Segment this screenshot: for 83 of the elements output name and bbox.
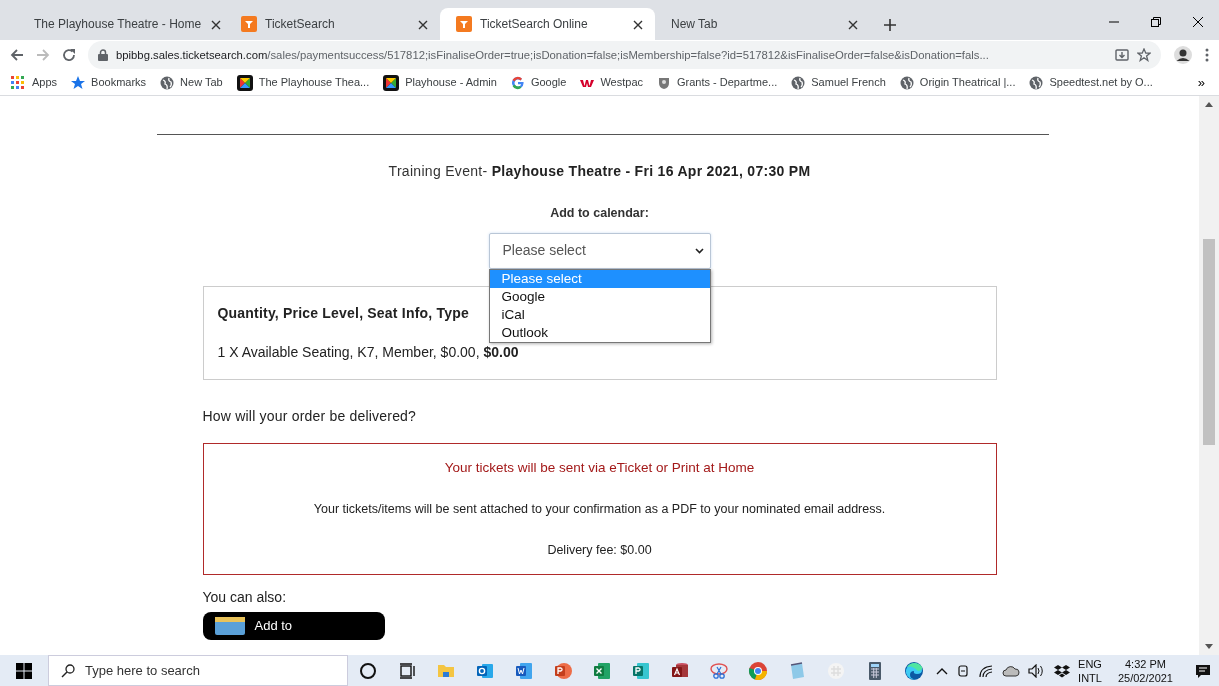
back-arrow-icon[interactable] <box>10 48 24 62</box>
bookmark[interactable]: Google <box>510 74 567 91</box>
order-line: 1 X Available Seating, K7, Member, $0.00, $0.00 <box>217 342 520 362</box>
bookmark[interactable]: Speedtest.net by O... <box>1029 74 1153 91</box>
circle-icon[interactable] <box>357 660 378 681</box>
plus-icon[interactable] <box>884 18 896 31</box>
chevron-up-icon[interactable] <box>936 666 949 675</box>
bookmark[interactable]: New Tab <box>160 74 223 91</box>
chevron-down-icon <box>694 247 704 254</box>
url-text: bpibbg.sales.ticketsearch.com/sales/paymentsuccess/517812;isFinaliseOrder=true;isDonation=false;isMembership=false?id=517812&isFinaliseOrder=false&isDonation=fals... <box>116 47 990 63</box>
more-bookmarks-button[interactable]: » <box>1193 72 1209 93</box>
browser-tab[interactable]: TicketSearch Online <box>440 8 655 40</box>
browser-icon[interactable] <box>747 660 768 681</box>
crest-icon <box>657 75 671 90</box>
theatre-logo-icon <box>383 74 400 91</box>
search-icon <box>61 663 75 678</box>
bookmark[interactable]: The Playhouse Thea... <box>236 74 370 91</box>
spreadsheet-app-icon[interactable] <box>591 660 612 681</box>
globe-icon <box>899 75 914 90</box>
also-label: You can also: <box>202 587 288 607</box>
profile-avatar-icon[interactable] <box>1173 45 1193 65</box>
ticket-logo-icon <box>456 16 472 32</box>
cloud-icon[interactable] <box>1002 664 1021 677</box>
calendar-icon <box>214 616 245 635</box>
scroll-down-icon[interactable] <box>1205 644 1213 649</box>
document-app-icon[interactable] <box>513 660 534 681</box>
star-outline-icon[interactable] <box>1137 48 1151 62</box>
close-icon[interactable] <box>211 19 222 30</box>
close-icon[interactable] <box>418 19 428 30</box>
order-heading: Quantity, Price Level, Seat Info, Type <box>217 303 469 323</box>
restore-icon[interactable] <box>1151 17 1161 27</box>
edge-browser-icon[interactable] <box>903 660 924 681</box>
slides-app-icon[interactable] <box>552 660 573 681</box>
windows-logo-icon[interactable] <box>16 662 32 679</box>
box-stack-icon[interactable] <box>1054 663 1071 678</box>
keyboard-language[interactable]: ENG INTL <box>1078 656 1102 685</box>
ticket-logo-icon <box>241 16 257 32</box>
tab-title: TicketSearch Online <box>480 16 589 33</box>
delivery-title: Your tickets will be sent via eTicket or Print at Home <box>443 458 756 477</box>
close-icon[interactable] <box>633 19 643 30</box>
publisher-app-icon[interactable] <box>630 660 651 681</box>
scrollbar[interactable] <box>1199 96 1219 655</box>
taskbar-clock[interactable]: 4:32 PM 25/02/2021 <box>1117 656 1173 685</box>
notification-icon[interactable] <box>1195 662 1211 679</box>
delivery-question: How will your order be delivered? <box>202 406 418 426</box>
bookmark[interactable]: Bookmarks <box>71 74 147 91</box>
close-icon[interactable] <box>848 19 858 30</box>
bookmark[interactable]: Westpac <box>580 74 643 91</box>
delivery-text: Your tickets/items will be sent attached to your confirmation as a PDF to your nominated email address. <box>312 501 887 518</box>
globe-icon <box>791 75 806 90</box>
bookmark[interactable]: Playhouse - Admin <box>383 74 497 91</box>
theatre-logo-icon <box>236 74 253 91</box>
scissors-icon[interactable] <box>708 660 729 681</box>
install-icon[interactable] <box>1115 48 1129 62</box>
browser-tab[interactable]: The Playhouse Theatre - Home <box>10 8 225 40</box>
globe-icon <box>1029 75 1044 90</box>
reload-icon[interactable] <box>62 48 76 62</box>
scroll-up-icon[interactable] <box>1205 102 1213 107</box>
bookmark[interactable]: Grants - Departme... <box>657 74 778 91</box>
calendar-label: Add to calendar: <box>549 205 650 222</box>
lock-icon <box>98 49 108 61</box>
tab-title: New Tab <box>671 16 719 33</box>
tab-title: TicketSearch <box>265 16 336 33</box>
taskbar-search-field[interactable]: Type here to search <box>48 655 348 686</box>
address-bar[interactable]: bpibbg.sales.ticketsearch.com/sales/paymentsuccess/517812;isFinaliseOrder=true;isDonation=false;isMembership=false?id=517812&isFinaliseOrder=false&isDonation=fals... <box>88 41 1161 69</box>
more-menu-icon[interactable] <box>1205 48 1209 62</box>
close-icon[interactable] <box>1193 17 1203 27</box>
browser-tab[interactable]: New Tab <box>655 8 870 40</box>
g-logo-icon <box>510 75 525 90</box>
tab-title: The Playhouse Theatre - Home <box>34 16 202 33</box>
bookmark[interactable]: Apps <box>10 74 58 91</box>
wifi-icon[interactable] <box>978 663 995 678</box>
globe-icon <box>160 75 175 90</box>
browser-tab[interactable]: TicketSearch <box>225 8 440 40</box>
bookmark[interactable]: Samuel French <box>791 74 886 91</box>
scrollbar-thumb[interactable] <box>1203 239 1215 445</box>
grid-icon <box>10 74 26 91</box>
calendar-select[interactable]: Please select <box>488 232 711 269</box>
bookmark[interactable]: Origin Theatrical |... <box>899 74 1016 91</box>
star-icon <box>71 75 86 90</box>
delivery-fee: Delivery fee: $0.00 <box>546 541 653 559</box>
add-to-calendar-button[interactable]: Add to <box>202 611 385 640</box>
event-title: Training Event- Playhouse Theatre - Fri 16 Apr 2021, 07:30 PM <box>387 162 812 181</box>
